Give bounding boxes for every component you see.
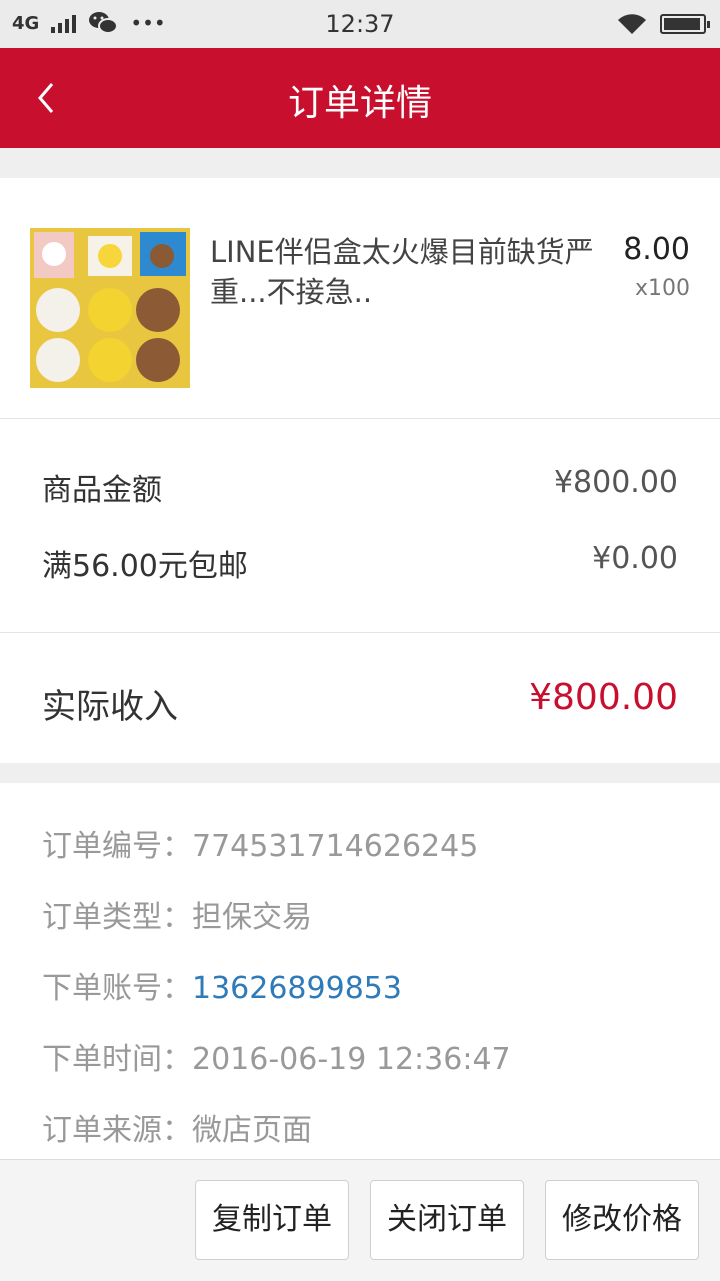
order-number-row: 订单编号：774531714626245 [42, 821, 478, 865]
modify-price-button[interactable]: 修改价格 [545, 1180, 699, 1260]
order-number-value: 774531714626245 [192, 829, 479, 864]
status-right [616, 12, 710, 36]
battery-icon [660, 14, 710, 34]
order-type-value: 担保交易 [192, 900, 312, 935]
product-name: LINE伴侣盒太火爆目前缺货严重...不接急.. [210, 235, 594, 309]
bottom-action-bar: 复制订单 关闭订单 修改价格 [0, 1159, 720, 1281]
order-type-row: 订单类型：担保交易 [42, 892, 312, 936]
battery-fill [664, 18, 700, 30]
order-info: 订单编号：774531714626245 订单类型：担保交易 下单账号：1362… [0, 783, 720, 1159]
product-card[interactable]: LINE伴侣盒太火爆目前缺货严重...不接急.. 8.00 x100 [0, 178, 720, 419]
order-account-row: 下单账号：13626899853 [42, 963, 402, 1007]
product-thumbnail [30, 228, 190, 388]
order-source-row: 订单来源：微店页面 [42, 1105, 312, 1149]
actual-income: 实际收入 ¥800.00 [0, 633, 720, 763]
order-type-label: 订单类型： [42, 900, 192, 935]
product-price: 8.00 [623, 232, 690, 267]
order-time-value: 2016-06-19 12:36:47 [192, 1042, 511, 1077]
page-title: 订单详情 [287, 83, 432, 124]
close-order-button[interactable]: 关闭订单 [370, 1180, 524, 1260]
order-number-label: 订单编号： [42, 829, 192, 864]
order-source-value: 微店页面 [192, 1113, 312, 1148]
order-time-row: 下单时间：2016-06-19 12:36:47 [42, 1034, 511, 1078]
product-quantity: x100 [634, 276, 690, 301]
order-account-label: 下单账号： [42, 971, 192, 1006]
status-bar: 4G ••• 12:37 [0, 0, 720, 48]
shipping-value: ¥0.00 [592, 541, 678, 576]
copy-order-button[interactable]: 复制订单 [195, 1180, 349, 1260]
order-account-link[interactable]: 13626899853 [192, 971, 402, 1006]
top-navigation-bar: 订单详情 [0, 48, 720, 148]
wifi-icon [618, 14, 646, 34]
amount-summary: 商品金额 ¥800.00 满56.00元包邮 ¥0.00 [0, 419, 720, 633]
goods-amount-value: ¥800.00 [553, 465, 678, 500]
goods-amount-label: 商品金额 [42, 473, 162, 508]
actual-income-value: ¥800.00 [529, 677, 678, 718]
status-time: 12:37 [325, 10, 395, 38]
order-source-label: 订单来源： [42, 1113, 192, 1148]
actual-income-label: 实际收入 [42, 687, 178, 727]
shipping-label: 满56.00元包邮 [42, 549, 248, 584]
order-time-label: 下单时间： [42, 1042, 192, 1077]
